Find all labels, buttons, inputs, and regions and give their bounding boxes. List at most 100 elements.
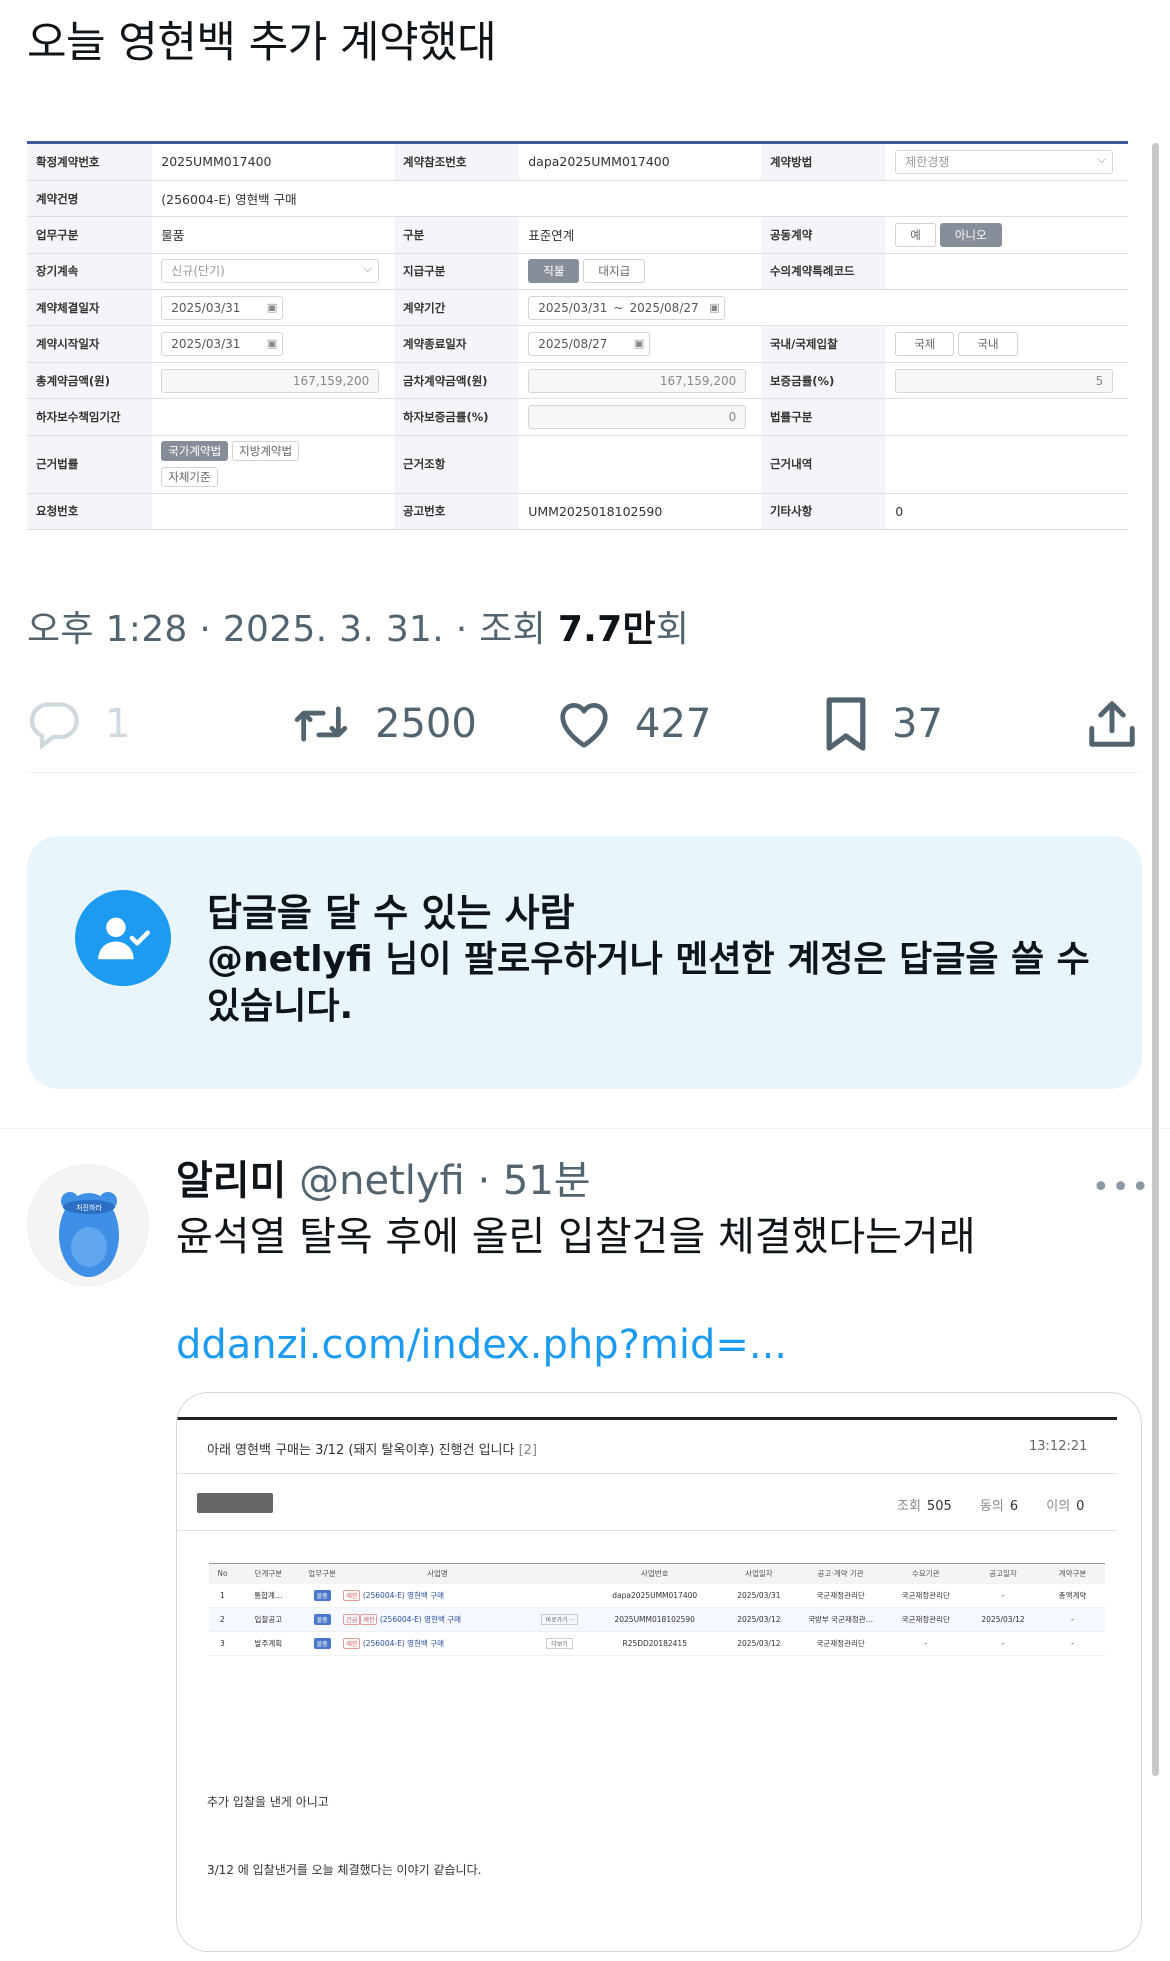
like-button[interactable]: 427 — [555, 690, 711, 758]
agree-value: 6 — [1009, 1499, 1019, 1514]
category: 표준연계 — [519, 216, 761, 254]
reply-link[interactable]: ddanzi.com/index.php?mid=... — [176, 1318, 787, 1372]
bookmark-icon — [822, 694, 870, 754]
scrollbar[interactable] — [1152, 143, 1159, 1776]
retweet-button[interactable]: 2500 — [289, 690, 477, 758]
author-handle[interactable]: @netlyfi · 51분 — [299, 1158, 590, 1204]
views-value: 505 — [926, 1499, 952, 1514]
project-link[interactable]: (256004-E) 영현백 구매 — [363, 1639, 444, 1648]
card-time: 13:12:21 — [1029, 1439, 1088, 1454]
avatar[interactable]: 처진하라 — [27, 1164, 149, 1286]
cell: 국군재정관리단 — [885, 1607, 967, 1632]
type-tag: 물품 — [313, 1638, 331, 1649]
more-button[interactable]: 더보기 — [546, 1638, 573, 1649]
label: 계약체결일자 — [27, 289, 153, 327]
author-name[interactable]: 알리미 — [176, 1158, 286, 1204]
cell: - — [966, 1631, 1040, 1656]
cell: 제한 (256004-E) 영현백 구매 — [343, 1583, 532, 1608]
label: 하자보수책임기간 — [27, 398, 153, 436]
label: 법률구분 — [760, 398, 887, 436]
rate-field: 0 — [528, 404, 747, 429]
date-field: 2025/08/27 — [625, 295, 726, 320]
contract-number: 2025UMM017400 — [152, 144, 394, 181]
date-field: 2025/03/31 — [528, 295, 612, 320]
cell: 바로가기 ·· — [531, 1607, 588, 1632]
col-header: 사업번호 — [587, 1563, 722, 1584]
law-toggle: 지방계약법 — [232, 441, 300, 462]
type-tag: 물품 — [313, 1589, 331, 1601]
cell: dapa2025UMM017400 — [587, 1583, 722, 1608]
contract-image[interactable]: 확정계약번호 2025UMM017400 계약참조번호 dapa2025UMM0… — [27, 141, 1128, 530]
cell: - — [885, 1631, 967, 1656]
direct-pay-toggle: 직불 — [528, 259, 580, 284]
table-row: 3 발주계획 물품 제한 (256004-E) 영현백 구매 더보기 R25DD… — [209, 1631, 1105, 1656]
prefix-tag: 긴급 — [343, 1614, 361, 1625]
cell: 1 — [209, 1583, 236, 1608]
cell: 2025/03/12 — [721, 1631, 796, 1656]
label: 계약참조번호 — [393, 144, 520, 181]
table-row: 2 입찰공고 물품 긴급 제한 (256004-E) 영현백 구매 바로가기 ··… — [209, 1607, 1105, 1632]
tilde: ~ — [611, 295, 626, 320]
redacted-box — [197, 1493, 273, 1513]
label: 금차계약금액(원) — [393, 362, 520, 400]
cell: 국군재정관리단 — [795, 1583, 886, 1608]
cell: 2025/03/31 — [721, 1583, 796, 1608]
date-field: 2025/08/27 — [528, 332, 651, 357]
prefix-tag: 제한 — [343, 1589, 361, 1601]
type-tag: 물품 — [313, 1614, 331, 1625]
cell: 물품 — [300, 1631, 344, 1656]
label: 구분 — [393, 216, 520, 254]
agree-label: 동의 — [979, 1499, 1004, 1514]
longterm-select: 신규(단기) — [161, 257, 380, 284]
more-icon[interactable]: ••• — [1092, 1170, 1151, 1205]
goto-button[interactable]: 바로가기 ·· — [540, 1614, 579, 1625]
link-card[interactable]: 아래 영현백 구매는 3/12 (돼지 탈옥이후) 진행건 입니다 [2] 13… — [176, 1392, 1142, 1952]
project-link[interactable]: (256004-E) 영현백 구매 — [380, 1615, 461, 1624]
cell: 총액계약 — [1039, 1583, 1105, 1608]
label: 근거내역 — [760, 435, 887, 494]
divider — [177, 1473, 1117, 1474]
cell: 3 — [209, 1631, 236, 1656]
card-paragraph: 3/12 에 입찰낸거를 오늘 체결했다는 이야기 같습니다. — [207, 1863, 482, 1877]
banner-title: 답글을 달 수 있는 사람 — [207, 891, 575, 935]
col-header: 공고·계약 기관 — [795, 1563, 886, 1584]
card-title: 아래 영현백 구매는 3/12 (돼지 탈옥이후) 진행건 입니다 [2] — [207, 1439, 537, 1458]
cell: 2025/03/12 — [966, 1607, 1040, 1632]
reference-number: dapa2025UMM017400 — [519, 144, 761, 181]
law-toggle: 국가계약법 — [161, 441, 229, 462]
cell: - — [966, 1583, 1040, 1608]
reply-permission-banner: 답글을 달 수 있는 사람 @netlyfi 님이 팔로우하거나 멘션한 계정은… — [27, 836, 1142, 1089]
rate-field: 5 — [895, 368, 1114, 393]
share-icon — [1085, 696, 1139, 752]
card-topbar — [177, 1417, 1117, 1420]
col-header: 공고일자 — [966, 1563, 1040, 1584]
prefix-tag: 제한 — [343, 1638, 361, 1649]
disagree-label: 이의 — [1046, 1499, 1071, 1514]
col-header: 수요기관 — [885, 1563, 967, 1584]
card-title-text: 아래 영현백 구매는 3/12 (돼지 탈옥이후) 진행건 입니다 — [207, 1443, 515, 1458]
view-count[interactable]: 7.7만 — [558, 609, 656, 650]
tweet-meta: 오후 1:28 · 2025. 3. 31. · 조회 7.7만회 — [27, 600, 689, 652]
col-header: 단계구분 — [235, 1563, 301, 1584]
label: 확정계약번호 — [27, 144, 153, 181]
share-button[interactable] — [1085, 690, 1139, 758]
cell: 국군재정관리단 — [795, 1631, 886, 1656]
reply-button[interactable]: 1 — [27, 690, 130, 758]
cell: 2025/03/12 — [721, 1607, 796, 1632]
disagree-value: 0 — [1076, 1499, 1085, 1514]
retweet-count: 2500 — [375, 701, 477, 747]
prefix-tag: 제한 — [360, 1614, 378, 1625]
cell: 국군재정관리단 — [885, 1583, 967, 1608]
reply-count: 1 — [105, 701, 131, 747]
date-field: 2025/03/31 — [161, 295, 284, 320]
bookmark-button[interactable]: 37 — [822, 690, 943, 758]
col-header: 계약구분 — [1039, 1563, 1105, 1584]
cell: 입찰공고 — [235, 1607, 301, 1632]
retweet-icon — [289, 698, 353, 750]
project-link[interactable]: (256004-E) 영현백 구매 — [363, 1591, 444, 1600]
contract-title: (256004-E) 영현백 구매 — [152, 180, 1128, 218]
banner-body: @netlyfi 님이 팔로우하거나 멘션한 계정은 답글을 쓸 수 있습니다. — [207, 939, 1090, 1027]
cell — [531, 1583, 588, 1608]
label: 기타사항 — [760, 493, 887, 530]
label: 하자보증금률(%) — [393, 398, 520, 436]
